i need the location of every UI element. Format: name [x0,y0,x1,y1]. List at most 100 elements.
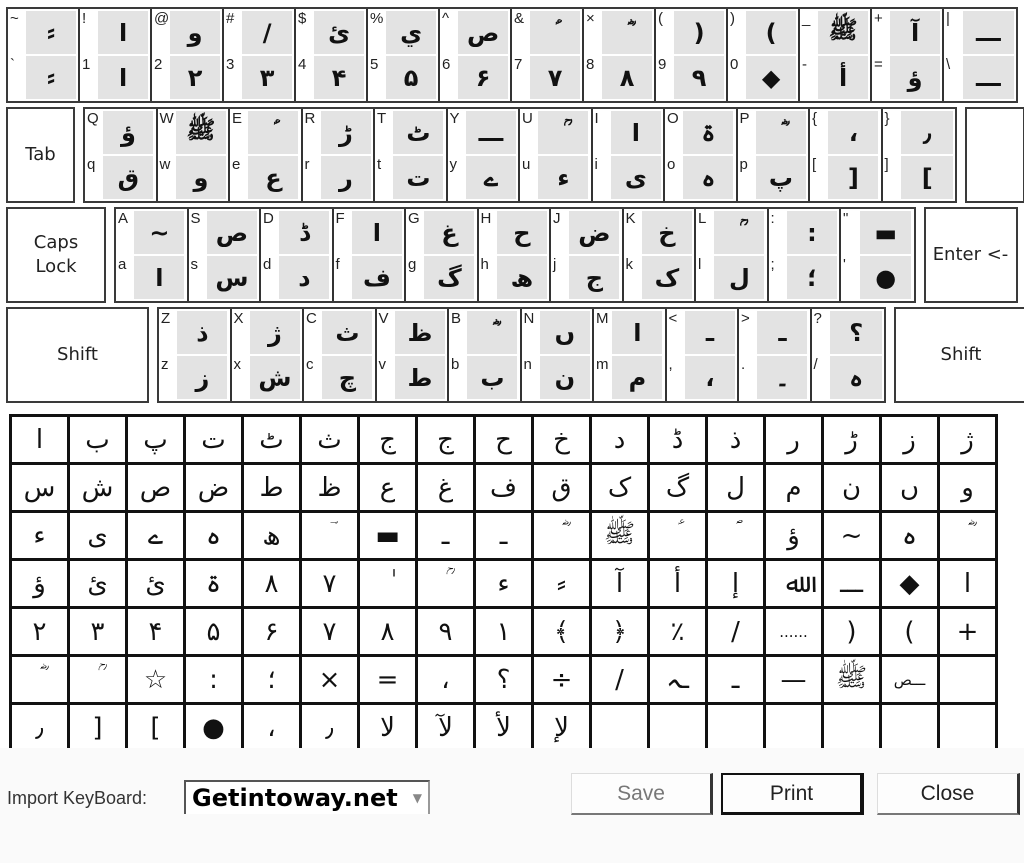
key-v[interactable]: Vظvط [376,309,449,401]
char-cell[interactable]: ◆ [882,561,940,609]
key-5[interactable]: % ي 5 ۵ [368,9,440,101]
char-cell[interactable]: ا [12,417,70,465]
char-cell[interactable]: غ [418,465,476,513]
key-i[interactable]: Iاiی [592,109,665,201]
key-caps-lock[interactable]: Caps Lock [6,207,106,303]
char-cell[interactable]: ذ [708,417,766,465]
char-cell[interactable]: ں [882,465,940,513]
char-cell[interactable]: ہ [882,513,940,561]
char-cell[interactable] [592,705,650,753]
char-cell[interactable]: ☆ [128,657,186,705]
char-cell[interactable]: ، [418,657,476,705]
char-cell[interactable]: ۸ [360,609,418,657]
key-enter[interactable]: Enter <- [923,207,1018,303]
char-cell[interactable]: ص [128,465,186,513]
key-`[interactable]: ~ ⸗ ` ⸗ [8,9,80,101]
key-r[interactable]: Rڑrر [302,109,375,201]
char-cell[interactable]: ~ [824,513,882,561]
char-cell[interactable]: د [592,417,650,465]
key-;[interactable]: ::; ؛ [768,209,841,301]
char-cell[interactable]: ء [476,561,534,609]
char-cell[interactable]: ف [476,465,534,513]
key-6[interactable]: ^ ص 6 ۶ [440,9,512,101]
key-blank[interactable] [965,107,1024,203]
key-e[interactable]: Eؑ eع [230,109,303,201]
key-shift[interactable]: Shift [6,307,149,403]
key-3[interactable]: # / 3 ۳ [224,9,296,101]
key-2[interactable]: @ و 2 ۲ [152,9,224,101]
key-=[interactable]: + آ = ؤ [872,9,944,101]
char-cell[interactable]: — [766,657,824,705]
char-cell[interactable]: ث [302,417,360,465]
char-cell[interactable]: + [940,609,998,657]
char-cell[interactable]: س [12,465,70,513]
key-q[interactable]: Qؤqق [85,109,158,201]
char-cell[interactable] [882,705,940,753]
char-cell[interactable]: ﷺ [824,657,882,705]
key-z[interactable]: Zذzز [159,309,232,401]
char-cell[interactable]: / [708,609,766,657]
key-h[interactable]: Hحhھ [478,209,551,301]
char-cell[interactable]: ز [882,417,940,465]
char-cell[interactable]: ج [360,417,418,465]
char-cell[interactable]: ؑ [650,513,708,561]
char-cell[interactable]: ۵ [186,609,244,657]
key-1[interactable]: ! ا 1 ا [80,9,152,101]
char-cell[interactable]: ڑ [824,417,882,465]
key-u[interactable]: Uؒ uء [520,109,593,201]
char-cell[interactable]: ● [186,705,244,753]
key-m[interactable]: Mاmم [594,309,667,401]
char-cell[interactable]: ۃ [186,561,244,609]
key-s[interactable]: Sصsس [188,209,261,301]
char-cell[interactable]: : [186,657,244,705]
char-cell[interactable]: ﴿ [592,609,650,657]
char-cell[interactable]: ہ [186,513,244,561]
key-l[interactable]: Lؒ lل [696,209,769,301]
char-cell[interactable]: [ [70,705,128,753]
char-cell[interactable]: ۲ [12,609,70,657]
key-shift-right[interactable]: Shift [894,307,1024,403]
char-cell[interactable]: گ [650,465,708,513]
char-cell[interactable]: ع [360,465,418,513]
char-cell[interactable]: ٪ [650,609,708,657]
key-/[interactable]: ? ؟ / ہ [811,309,884,401]
char-cell[interactable]: ن [824,465,882,513]
char-cell[interactable]: ؓ [534,513,592,561]
char-cell[interactable]: ) [882,609,940,657]
key-.[interactable]: > ـ. ۔ [739,309,812,401]
char-cell[interactable]: ژ [940,417,998,465]
char-cell[interactable]: ا [940,561,998,609]
key-9[interactable]: ((9 ۹ [656,9,728,101]
char-cell[interactable]: ﴾ [534,609,592,657]
char-cell[interactable]: ڈ [650,417,708,465]
char-cell[interactable]: ⸗ [534,561,592,609]
char-cell[interactable]: ؤ [12,561,70,609]
char-cell[interactable]: پ [128,417,186,465]
key-w[interactable]: Wﷺwو [157,109,230,201]
close-button[interactable]: Close [877,773,1020,815]
key-y[interactable]: Y ـــ y ے [447,109,520,201]
key-f[interactable]: Fاfف [333,209,406,301]
char-cell[interactable]: ...... [766,609,824,657]
char-cell[interactable]: ؒ [418,561,476,609]
char-cell[interactable]: ۴ [128,609,186,657]
key-tab[interactable]: Tab [6,107,75,203]
key-'[interactable]: " ▬ ' ● [841,209,914,301]
char-cell[interactable]: ل [708,465,766,513]
char-cell[interactable]: ط [244,465,302,513]
char-cell[interactable]: ض [186,465,244,513]
char-cell[interactable]: ئ [128,561,186,609]
char-cell[interactable]: ؤ [766,513,824,561]
char-cell[interactable]: ٫ [302,705,360,753]
char-cell[interactable]: آ [592,561,650,609]
key-b[interactable]: Bؓ bب [449,309,522,401]
char-cell[interactable]: ھ [244,513,302,561]
char-cell[interactable] [824,705,882,753]
char-cell[interactable] [650,705,708,753]
char-cell[interactable]: ÷ [534,657,592,705]
char-cell[interactable]: ؔ [302,513,360,561]
char-cell[interactable]: ـــص [882,657,940,705]
char-cell[interactable]: ٹ [244,417,302,465]
char-cell[interactable]: ] [128,705,186,753]
char-cell[interactable]: لآ [418,705,476,753]
